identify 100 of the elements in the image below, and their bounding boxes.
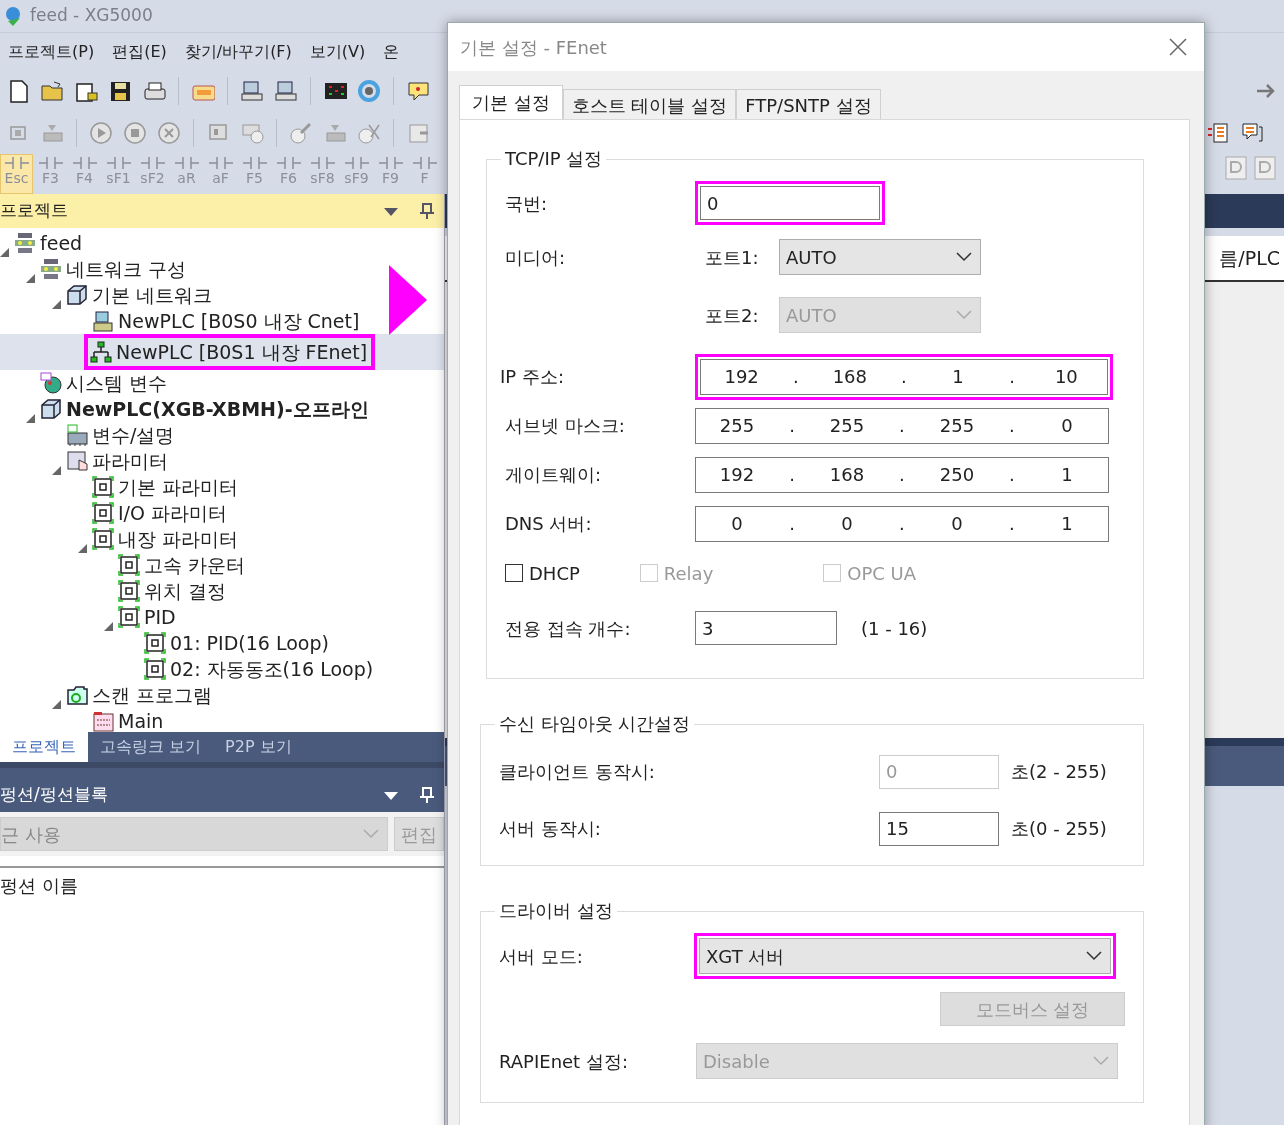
ladder-symbol-icon [309,155,336,171]
tree-item-label: 네트워크 구성 [66,256,187,282]
field-label: IP 주소: [500,365,565,389]
ip-address-field[interactable]: 0 . 0 . 0 . 1 [695,505,1109,542]
cube-icon [66,284,88,306]
field-label: 클라이언트 동작시: [499,760,656,784]
field-label: DNS 서버: [505,512,593,536]
ring-icon[interactable] [357,79,381,103]
tree-item[interactable]: PID [0,604,444,630]
ladder-symbol-icon [71,155,98,171]
ip-address-field[interactable]: 255 . 255 . 255 . 0 [695,407,1109,444]
list-document-icon[interactable] [1206,121,1230,145]
tree-item[interactable]: 01: PID(16 Loop) [0,630,444,656]
field-label: 게이트웨이: [505,463,603,487]
caret-icon [956,310,972,320]
tree-item[interactable]: 기본 파라미터 [0,474,444,500]
group-title: 드라이버 설정 [498,902,614,920]
dialog-tab[interactable]: 호스트 테이블 설정 [562,89,737,119]
dialog-tab[interactable]: FTP/SNTP 설정 [736,89,881,119]
dropdown[interactable]: XGT 서버 [699,938,1111,974]
menu-item[interactable]: 프로젝트(P) [8,39,95,64]
field-label: 미디어: [505,245,567,270]
input-field[interactable]: 15 [879,811,999,846]
tree-item[interactable]: 내장 파라미터 [0,526,444,552]
input-field[interactable]: 0 [700,186,880,220]
ladder-symbol-icon [377,155,404,171]
tree-item[interactable]: 파라미터 [0,448,444,474]
menu-item[interactable]: 찾기/바꾸기(F) [184,39,292,64]
tree-item[interactable]: feed [0,230,444,256]
tree-item-label: 스캔 프로그램 [92,682,213,708]
close-icon[interactable] [1168,37,1188,57]
tree-item[interactable]: 기본 네트워크 [0,282,444,308]
expand-toggle-icon[interactable] [52,300,61,309]
panel-tab[interactable]: 프로젝트 [0,732,88,762]
tree-item[interactable]: 고속 카운터 [0,552,444,578]
tree-item[interactable]: 02: 자동동조(16 Loop) [0,656,444,682]
frame-icon [118,580,140,602]
menu-item[interactable]: 보기(V) [309,39,366,64]
tree-item-label: 02: 자동동조(16 Loop) [170,656,374,682]
tree-item-label: 기본 파라미터 [118,474,239,500]
network-icon [40,258,62,280]
range-hint: (1 - 16) [861,616,928,641]
tree-item[interactable]: NewPLC(XGB-XBMH)-오프라인 [0,396,444,422]
app-logo-icon [4,5,22,27]
tree-item[interactable]: 네트워크 구성 [0,256,444,282]
field-label: 포트1: [704,245,760,270]
expand-toggle-icon[interactable] [52,466,61,475]
menu-item[interactable]: 온 [383,39,400,64]
expand-toggle-icon[interactable] [26,274,35,283]
hierarchy-icon [90,341,112,363]
ladder-symbol-icon [3,155,30,171]
globe-icon [40,372,62,394]
computer-icon[interactable] [274,79,298,103]
tree-item-label: 시스템 변수 [66,370,168,396]
pin-icon[interactable] [420,203,434,219]
tree-item[interactable]: NewPLC [B0S0 내장 Cnet] [0,308,444,334]
expand-toggle-icon[interactable] [104,622,113,631]
dialog-tab[interactable]: 기본 설정 [459,85,563,119]
tree-item[interactable]: I/O 파라미터 [0,500,444,526]
panel-tab[interactable]: P2P 보기 [213,732,304,762]
tree-item-label: 위치 결정 [144,578,227,604]
printer-icon[interactable] [142,79,166,103]
frame-icon [118,554,140,576]
tree-item[interactable]: 시스템 변수 [0,370,444,396]
tree-item[interactable]: 위치 결정 [0,578,444,604]
tree-item-label: 고속 카운터 [144,552,246,578]
checkbox[interactable]: DHCP [505,559,580,587]
dropdown-arrow-icon[interactable] [384,206,398,216]
group-title: TCP/IP 설정 [504,150,604,168]
dropdown-arrow-icon[interactable] [384,790,398,800]
expand-toggle-icon[interactable] [26,414,35,423]
computer-icon [92,310,114,332]
frame-icon [144,632,166,654]
computer-icon[interactable] [240,79,264,103]
field-label: 서브넷 마스크: [505,414,626,438]
field-label: 서버 모드: [499,944,584,969]
expand-toggle-icon[interactable] [52,700,61,709]
ip-address-field[interactable]: 192 . 168 . 1 . 10 [700,358,1108,395]
menu-item[interactable]: 편집(E) [112,39,167,64]
ladder-symbol-icon [411,155,438,171]
dropdown[interactable]: AUTO [779,239,981,275]
input-field[interactable]: 3 [695,611,837,645]
caret-icon [1093,1056,1109,1066]
chip-icon [66,424,88,446]
list-bubble-icon[interactable] [1240,121,1264,145]
expand-toggle-icon[interactable] [78,544,87,553]
tree-item-label: PID [144,604,176,630]
caret-icon [1086,951,1102,961]
tree-item[interactable]: Main [0,708,444,732]
panel-tab[interactable]: 고속링크 보기 [88,732,214,762]
ladder-symbol-icon [105,155,132,171]
tree-item[interactable]: 변수/설명 [0,422,444,448]
panel-title: 프로젝트 [0,199,69,223]
ip-address-field[interactable]: 192 . 168 . 250 . 1 [695,456,1109,493]
document-icon [92,710,114,732]
tree-item[interactable]: 스캔 프로그램 [0,682,444,708]
expand-toggle-icon[interactable] [0,248,9,257]
tree-item-label: 변수/설명 [92,422,175,448]
tree-item-label: NewPLC [B0S0 내장 Cnet] [118,308,360,334]
tree-item[interactable]: NewPLC [B0S1 내장 FEnet] [0,334,444,370]
